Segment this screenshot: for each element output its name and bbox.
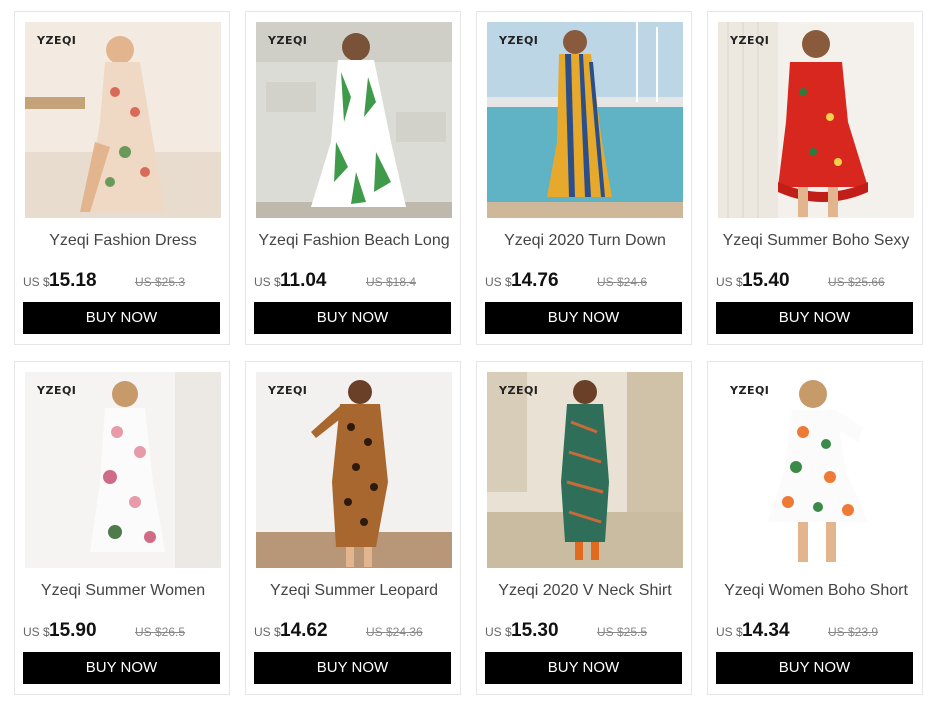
buy-now-button[interactable]: BUY NOW: [23, 302, 220, 334]
currency-label: US $: [716, 625, 743, 639]
brand-logo: YZEQI: [37, 384, 77, 397]
product-title[interactable]: Yzeqi 2020 Turn Down: [477, 232, 693, 250]
currency-label: US $: [254, 275, 281, 289]
product-card[interactable]: YZEQI Yzeqi 2020 V Neck Shirt US $ 15.30…: [476, 361, 692, 695]
product-image[interactable]: YZEQI: [487, 372, 683, 568]
buy-now-button[interactable]: BUY NOW: [485, 302, 682, 334]
product-title[interactable]: Yzeqi Fashion Dress: [15, 232, 231, 250]
product-grid: YZEQI Yzeqi Fashion Dress US $ 15.18 US …: [0, 0, 943, 726]
product-image[interactable]: YZEQI: [256, 22, 452, 218]
price-row: US $ 14.34 US $23.9: [716, 618, 916, 642]
sale-price: 15.18: [49, 270, 97, 291]
currency-label: US $: [485, 275, 512, 289]
currency-label: US $: [254, 625, 281, 639]
product-card[interactable]: YZEQI Yzeqi Summer Women US $ 15.90 US $…: [14, 361, 230, 695]
product-title[interactable]: Yzeqi Women Boho Short: [708, 582, 924, 600]
brand-logo: YZEQI: [499, 384, 539, 397]
price-row: US $ 11.04 US $18.4: [254, 268, 454, 292]
sale-price: 11.04: [280, 270, 327, 291]
original-price: US $23.9: [828, 625, 879, 639]
price-row: US $ 15.40 US $25.66: [716, 268, 916, 292]
price-row: US $ 14.62 US $24.36: [254, 618, 454, 642]
product-image[interactable]: YZEQI: [256, 372, 452, 568]
original-price: US $26.5: [135, 625, 186, 639]
brand-logo: YZEQI: [730, 384, 770, 397]
price-row: US $ 15.18 US $25.3: [23, 268, 223, 292]
price-row: US $ 14.76 US $24.6: [485, 268, 685, 292]
buy-now-button[interactable]: BUY NOW: [254, 652, 451, 684]
product-card[interactable]: YZEQI Yzeqi Summer Boho Sexy US $ 15.40 …: [707, 11, 923, 345]
product-card[interactable]: YZEQI Yzeqi Women Boho Short US $ 14.34 …: [707, 361, 923, 695]
currency-label: US $: [716, 275, 743, 289]
brand-logo: YZEQI: [268, 34, 308, 47]
currency-label: US $: [23, 625, 50, 639]
original-price: US $25.5: [597, 625, 648, 639]
product-card[interactable]: YZEQI Yzeqi Summer Leopard US $ 14.62 US…: [245, 361, 461, 695]
product-title[interactable]: Yzeqi 2020 V Neck Shirt: [477, 582, 693, 600]
product-title[interactable]: Yzeqi Fashion Beach Long: [246, 232, 462, 250]
sale-price: 14.62: [280, 620, 328, 641]
original-price: US $25.66: [828, 275, 885, 289]
product-title[interactable]: Yzeqi Summer Boho Sexy: [708, 232, 924, 250]
buy-now-button[interactable]: BUY NOW: [716, 652, 913, 684]
currency-label: US $: [485, 625, 512, 639]
original-price: US $25.3: [135, 275, 186, 289]
product-card[interactable]: YZEQI Yzeqi Fashion Beach Long US $ 11.0…: [245, 11, 461, 345]
brand-logo: YZEQI: [730, 34, 770, 47]
product-image[interactable]: YZEQI: [25, 372, 221, 568]
currency-label: US $: [23, 275, 50, 289]
product-image[interactable]: YZEQI: [718, 372, 914, 568]
product-image[interactable]: YZEQI: [487, 22, 683, 218]
price-row: US $ 15.30 US $25.5: [485, 618, 685, 642]
product-title[interactable]: Yzeqi Summer Leopard: [246, 582, 462, 600]
product-title[interactable]: Yzeqi Summer Women: [15, 582, 231, 600]
brand-logo: YZEQI: [499, 34, 539, 47]
sale-price: 15.30: [511, 620, 559, 641]
product-image[interactable]: YZEQI: [25, 22, 221, 218]
original-price: US $18.4: [366, 275, 417, 289]
original-price: US $24.36: [366, 625, 423, 639]
brand-logo: YZEQI: [37, 34, 77, 47]
buy-now-button[interactable]: BUY NOW: [23, 652, 220, 684]
original-price: US $24.6: [597, 275, 648, 289]
price-row: US $ 15.90 US $26.5: [23, 618, 223, 642]
sale-price: 15.40: [742, 270, 790, 291]
product-card[interactable]: YZEQI Yzeqi 2020 Turn Down US $ 14.76 US…: [476, 11, 692, 345]
product-image[interactable]: YZEQI: [718, 22, 914, 218]
brand-logo: YZEQI: [268, 384, 308, 397]
buy-now-button[interactable]: BUY NOW: [485, 652, 682, 684]
buy-now-button[interactable]: BUY NOW: [254, 302, 451, 334]
product-card[interactable]: YZEQI Yzeqi Fashion Dress US $ 15.18 US …: [14, 11, 230, 345]
sale-price: 14.34: [742, 620, 790, 641]
buy-now-button[interactable]: BUY NOW: [716, 302, 913, 334]
sale-price: 15.90: [49, 620, 97, 641]
sale-price: 14.76: [511, 270, 559, 291]
